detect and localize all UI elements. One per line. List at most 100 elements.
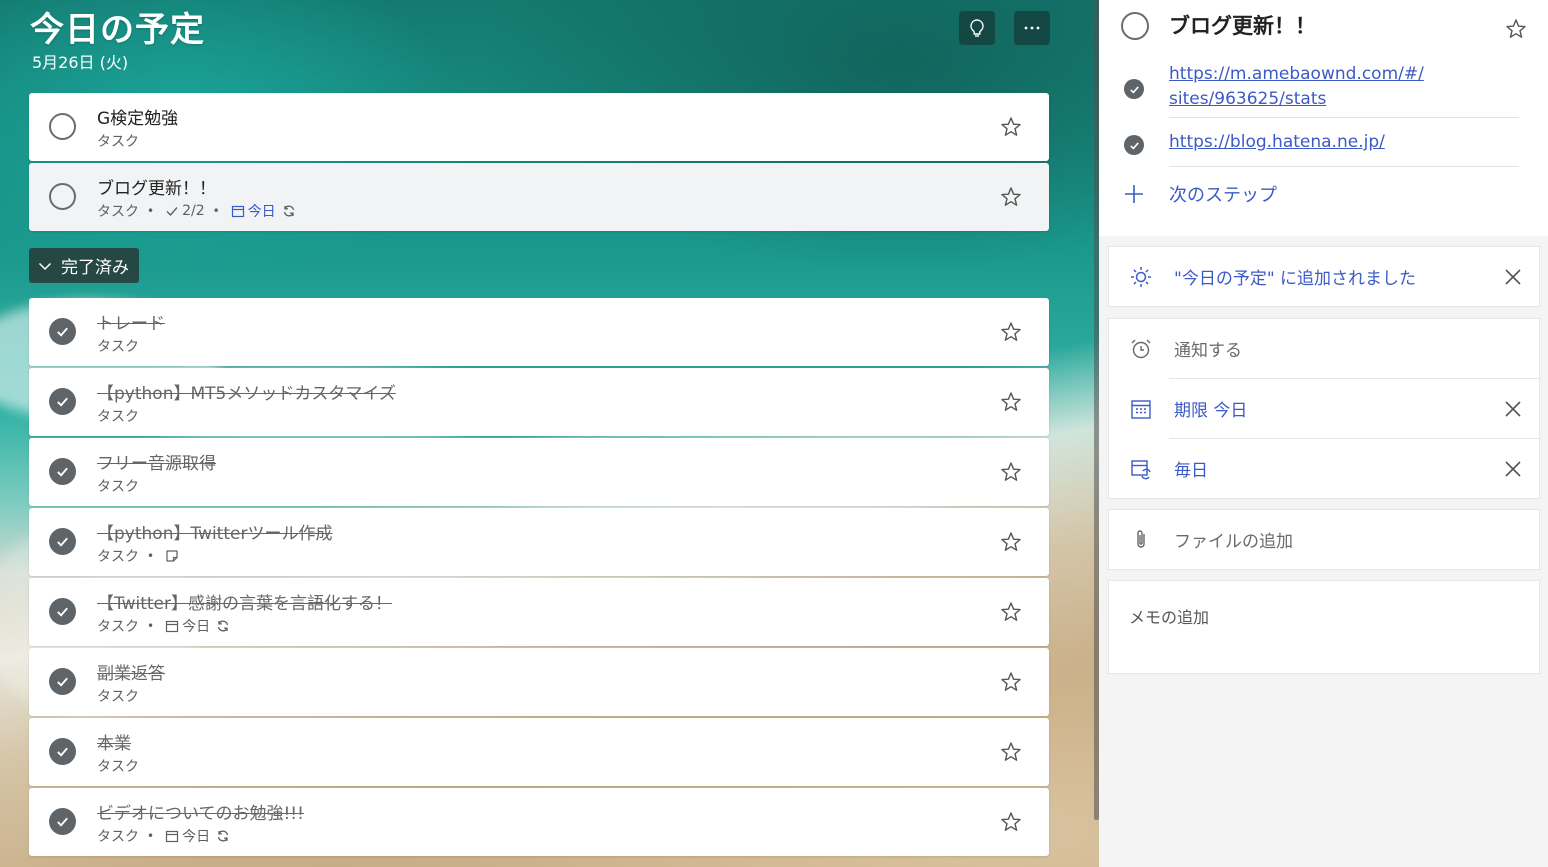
due-label: 期限 今日 — [1174, 401, 1248, 421]
star-icon[interactable] — [999, 460, 1023, 484]
task-list-name: タスク — [97, 619, 139, 635]
note-card[interactable]: メモの追加 — [1108, 580, 1540, 674]
completed-task-row[interactable]: 【Twitter】感謝の言葉を言語化する！ タスク • 今日 — [29, 578, 1049, 646]
complete-toggle[interactable] — [49, 458, 76, 485]
calendar-icon — [231, 205, 244, 218]
add-file-label: ファイルの追加 — [1174, 532, 1293, 552]
add-file-row[interactable]: ファイルの追加 — [1109, 510, 1541, 569]
due-date: 今日 — [182, 619, 211, 635]
step-count: 2/2 — [182, 203, 205, 219]
check-icon — [1129, 141, 1139, 150]
remind-label: 通知する — [1174, 341, 1242, 361]
task-list-pane: 今日の予定 5月26日 (火) G検定勉強 タスク ブログ更新！！ タスク • … — [0, 0, 1099, 867]
my-day-row[interactable]: "今日の予定" に追加されました — [1109, 247, 1541, 306]
step-link[interactable]: https://m.amebaownd.com/#/ sites/963625/… — [1169, 62, 1424, 112]
completed-task-row[interactable]: 本業 タスク — [29, 718, 1049, 786]
detail-title[interactable]: ブログ更新！！ — [1169, 10, 1316, 40]
task-list-name: タスク — [97, 479, 139, 495]
page-date: 5月26日 (火) — [32, 53, 129, 72]
repeat-row[interactable]: 毎日 — [1109, 439, 1541, 498]
completed-task-row[interactable]: 【python】Twitterツール作成 タスク • — [29, 508, 1049, 576]
close-icon[interactable] — [1502, 398, 1524, 420]
repeat-icon — [217, 620, 229, 632]
completed-task-row[interactable]: 副業返答 タスク — [29, 648, 1049, 716]
page-title: 今日の予定 — [30, 10, 205, 50]
paperclip-icon — [1137, 530, 1145, 548]
star-icon[interactable] — [999, 810, 1023, 834]
star-icon[interactable] — [999, 530, 1023, 554]
task-meta: タスク — [97, 131, 139, 151]
schedule-card: 通知する 期限 今日 毎日 — [1108, 318, 1541, 499]
star-icon[interactable] — [999, 390, 1023, 414]
star-icon[interactable] — [999, 320, 1023, 344]
star-icon[interactable] — [999, 600, 1023, 624]
complete-toggle[interactable] — [49, 183, 76, 210]
task-meta: タスク • — [97, 546, 182, 566]
complete-toggle[interactable] — [49, 668, 76, 695]
plus-icon[interactable] — [1123, 183, 1145, 205]
complete-toggle[interactable] — [49, 113, 76, 140]
completed-task-row[interactable]: ビデオについてのお勉強!!! タスク • 今日 — [29, 788, 1049, 856]
complete-toggle[interactable] — [49, 598, 76, 625]
task-meta: タスク — [97, 336, 139, 356]
more-options-button[interactable] — [1014, 11, 1050, 45]
task-list-name: タスク — [97, 689, 139, 705]
task-meta: タスク • 今日 — [97, 616, 233, 636]
calendar-icon — [1131, 400, 1151, 419]
due-row[interactable]: 期限 今日 — [1109, 379, 1541, 438]
step-link[interactable]: https://blog.hatena.ne.jp/ — [1169, 130, 1385, 155]
task-title: トレード — [97, 314, 165, 334]
step-complete-toggle[interactable] — [1124, 79, 1144, 99]
star-icon[interactable] — [999, 670, 1023, 694]
attachment-card: ファイルの追加 — [1108, 509, 1540, 570]
complete-toggle[interactable] — [49, 808, 76, 835]
check-icon — [1129, 85, 1139, 94]
completed-task-row[interactable]: フリー音源取得 タスク — [29, 438, 1049, 506]
task-title: フリー音源取得 — [97, 454, 216, 474]
completed-task-row[interactable]: 【python】MT5メソッドカスタマイズ タスク — [29, 368, 1049, 436]
close-icon[interactable] — [1502, 458, 1524, 480]
task-title: ブログ更新！！ — [97, 179, 216, 199]
suggestions-button[interactable] — [959, 11, 995, 45]
star-icon[interactable] — [999, 740, 1023, 764]
close-icon[interactable] — [1502, 266, 1524, 288]
remind-row[interactable]: 通知する — [1109, 319, 1541, 378]
lightbulb-icon — [970, 19, 984, 37]
repeat-label: 毎日 — [1174, 461, 1208, 481]
task-title: 【python】Twitterツール作成 — [97, 524, 333, 544]
chevron-down-icon — [38, 262, 52, 270]
star-icon[interactable] — [1504, 17, 1528, 41]
task-detail-pane: ブログ更新！！ https://m.amebaownd.com/#/ sites… — [1099, 0, 1548, 867]
detail-complete-toggle[interactable] — [1121, 12, 1149, 40]
completed-task-row[interactable]: トレード タスク — [29, 298, 1049, 366]
more-icon — [1024, 26, 1040, 30]
complete-toggle[interactable] — [49, 738, 76, 765]
task-meta: タスク • 2/2 • 今日 — [97, 201, 299, 221]
note-placeholder: メモの追加 — [1129, 608, 1210, 627]
sun-icon — [1131, 267, 1151, 287]
task-row-selected[interactable]: ブログ更新！！ タスク • 2/2 • 今日 — [29, 163, 1049, 231]
repeat-icon — [283, 205, 294, 217]
check-icon — [57, 327, 68, 337]
check-icon — [57, 467, 68, 477]
check-icon — [57, 607, 68, 617]
check-icon — [57, 817, 68, 827]
due-date: 今日 — [182, 829, 211, 845]
task-meta: タスク — [97, 686, 139, 706]
my-day-label: "今日の予定" に追加されました — [1174, 269, 1417, 289]
task-title: 本業 — [97, 734, 131, 754]
note-icon — [166, 550, 178, 562]
task-title: 副業返答 — [97, 664, 165, 684]
completed-section-toggle[interactable]: 完了済み — [29, 248, 139, 283]
due-date: 今日 — [247, 204, 276, 220]
task-row[interactable]: G検定勉強 タスク — [29, 93, 1049, 161]
add-step-button[interactable]: 次のステップ — [1169, 181, 1277, 207]
star-icon[interactable] — [999, 185, 1023, 209]
complete-toggle[interactable] — [49, 388, 76, 415]
my-day-card: "今日の予定" に追加されました — [1108, 246, 1540, 307]
step-complete-toggle[interactable] — [1124, 135, 1144, 155]
task-list-name: タスク — [97, 549, 139, 565]
star-icon[interactable] — [999, 115, 1023, 139]
complete-toggle[interactable] — [49, 318, 76, 345]
complete-toggle[interactable] — [49, 528, 76, 555]
